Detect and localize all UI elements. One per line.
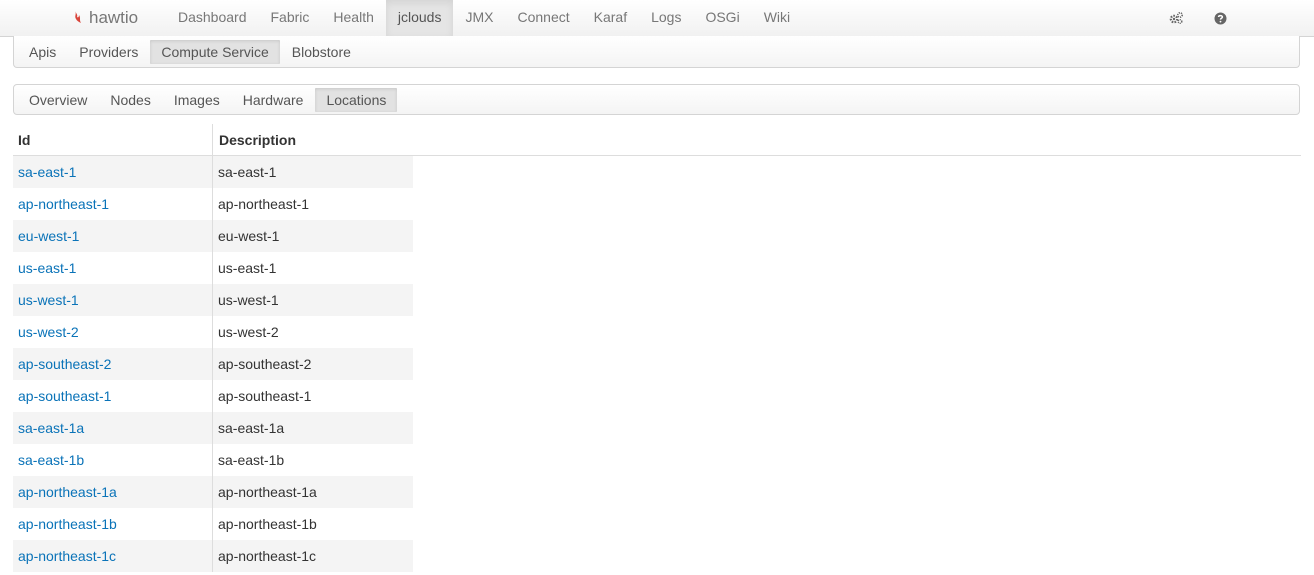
cell-id: ap-northeast-1c xyxy=(13,540,213,572)
tab-hardware[interactable]: Hardware xyxy=(232,88,315,112)
cell-description: us-east-1 xyxy=(218,260,277,276)
location-link[interactable]: sa-east-1a xyxy=(18,420,84,436)
cell-id: us-east-1 xyxy=(13,252,213,284)
location-link[interactable]: us-east-1 xyxy=(18,260,76,276)
cell-id: sa-east-1 xyxy=(13,156,213,188)
cell-id: eu-west-1 xyxy=(13,220,213,252)
tab-nodes[interactable]: Nodes xyxy=(99,88,161,112)
cell-id: us-west-2 xyxy=(13,316,213,348)
location-link[interactable]: ap-northeast-1c xyxy=(18,548,116,564)
table-row: ap-southeast-2 ap-southeast-2 xyxy=(13,348,413,380)
navbar-right xyxy=(1168,0,1228,36)
nav-item-karaf[interactable]: Karaf xyxy=(582,0,639,36)
cell-description: ap-northeast-1a xyxy=(218,484,317,500)
location-link[interactable]: sa-east-1b xyxy=(18,452,84,468)
header-description[interactable]: Description xyxy=(213,124,413,155)
cell-id: sa-east-1b xyxy=(13,444,213,476)
cell-id: ap-southeast-1 xyxy=(13,380,213,412)
cell-id: ap-southeast-2 xyxy=(13,348,213,380)
nav-item-dashboard[interactable]: Dashboard xyxy=(166,0,259,36)
location-link[interactable]: eu-west-1 xyxy=(18,228,79,244)
cell-description: sa-east-1b xyxy=(218,452,285,468)
cell-id: ap-northeast-1a xyxy=(13,476,213,508)
nav-item-connect[interactable]: Connect xyxy=(505,0,581,36)
table-body: sa-east-1 sa-east-1 ap-northeast-1 ap-north… xyxy=(13,156,413,572)
location-link[interactable]: ap-northeast-1 xyxy=(18,196,109,212)
cell-description: us-west-2 xyxy=(218,324,279,340)
cell-id: sa-east-1a xyxy=(13,412,213,444)
compute-service-subnav: Overview Nodes Images Hardware Locations xyxy=(13,84,1300,115)
cell-description: ap-southeast-1 xyxy=(218,388,312,404)
cell-description: sa-east-1a xyxy=(218,420,285,436)
tab-compute-service[interactable]: Compute Service xyxy=(150,39,280,64)
table-row: ap-northeast-1c ap-northeast-1c xyxy=(13,540,413,572)
nav-item-osgi[interactable]: OSGi xyxy=(693,0,751,36)
table-row: sa-east-1 sa-east-1 xyxy=(13,156,413,188)
location-link[interactable]: ap-southeast-1 xyxy=(18,388,111,404)
table-header: Id Description xyxy=(13,124,1301,156)
tab-locations[interactable]: Locations xyxy=(315,87,398,112)
location-link[interactable]: ap-southeast-2 xyxy=(18,356,111,372)
cell-description: ap-northeast-1 xyxy=(218,196,310,212)
table-row: eu-west-1 eu-west-1 xyxy=(13,220,413,252)
compute-subnav: Apis Providers Compute Service Blobstore xyxy=(13,36,1300,68)
tab-blobstore[interactable]: Blobstore xyxy=(281,40,362,64)
nav-item-jmx[interactable]: JMX xyxy=(453,0,505,36)
cell-description: eu-west-1 xyxy=(218,228,280,244)
table-row: ap-southeast-1 ap-southeast-1 xyxy=(13,380,413,412)
cell-id: us-west-1 xyxy=(13,284,213,316)
tab-overview[interactable]: Overview xyxy=(18,88,98,112)
cell-id: ap-northeast-1 xyxy=(13,188,213,220)
cell-id: ap-northeast-1b xyxy=(13,508,213,540)
table-row: ap-northeast-1a ap-northeast-1a xyxy=(13,476,413,508)
location-link[interactable]: ap-northeast-1a xyxy=(18,484,117,500)
tab-images[interactable]: Images xyxy=(163,88,231,112)
locations-table: Id Description sa-east-1 sa-east-1 ap-nort… xyxy=(13,124,1301,572)
table-row: us-west-2 us-west-2 xyxy=(13,316,413,348)
location-link[interactable]: us-west-1 xyxy=(18,292,79,308)
brand-name: hawtio xyxy=(89,8,139,27)
cogs-icon[interactable] xyxy=(1168,10,1184,26)
nav-item-health[interactable]: Health xyxy=(321,0,385,36)
top-navbar: hawtio Dashboard Fabric Health jclouds JMX Co… xyxy=(0,0,1314,37)
flame-icon xyxy=(73,10,83,27)
table-row: sa-east-1a sa-east-1a xyxy=(13,412,413,444)
main-nav: Dashboard Fabric Health jclouds JMX Connect Ka… xyxy=(166,0,802,36)
header-id[interactable]: Id xyxy=(13,124,213,155)
table-row: us-west-1 us-west-1 xyxy=(13,284,413,316)
location-link[interactable]: sa-east-1 xyxy=(18,164,76,180)
cell-description: sa-east-1 xyxy=(218,164,277,180)
cell-description: ap-northeast-1b xyxy=(218,516,317,532)
tab-apis[interactable]: Apis xyxy=(18,40,67,64)
nav-item-wiki[interactable]: Wiki xyxy=(752,0,802,36)
nav-item-fabric[interactable]: Fabric xyxy=(259,0,322,36)
cell-description: ap-southeast-2 xyxy=(218,356,312,372)
table-row: us-east-1 us-east-1 xyxy=(13,252,413,284)
table-row: ap-northeast-1b ap-northeast-1b xyxy=(13,508,413,540)
help-icon[interactable] xyxy=(1212,10,1228,26)
table-row: sa-east-1b sa-east-1b xyxy=(13,444,413,476)
table-row: ap-northeast-1 ap-northeast-1 xyxy=(13,188,413,220)
nav-item-jclouds[interactable]: jclouds xyxy=(385,0,454,36)
location-link[interactable]: ap-northeast-1b xyxy=(18,516,117,532)
cell-description: us-west-1 xyxy=(218,292,279,308)
tab-providers[interactable]: Providers xyxy=(68,40,149,64)
brand[interactable]: hawtio xyxy=(73,0,138,36)
location-link[interactable]: us-west-2 xyxy=(18,324,79,340)
nav-item-logs[interactable]: Logs xyxy=(639,0,693,36)
cell-description: ap-northeast-1c xyxy=(218,548,317,564)
